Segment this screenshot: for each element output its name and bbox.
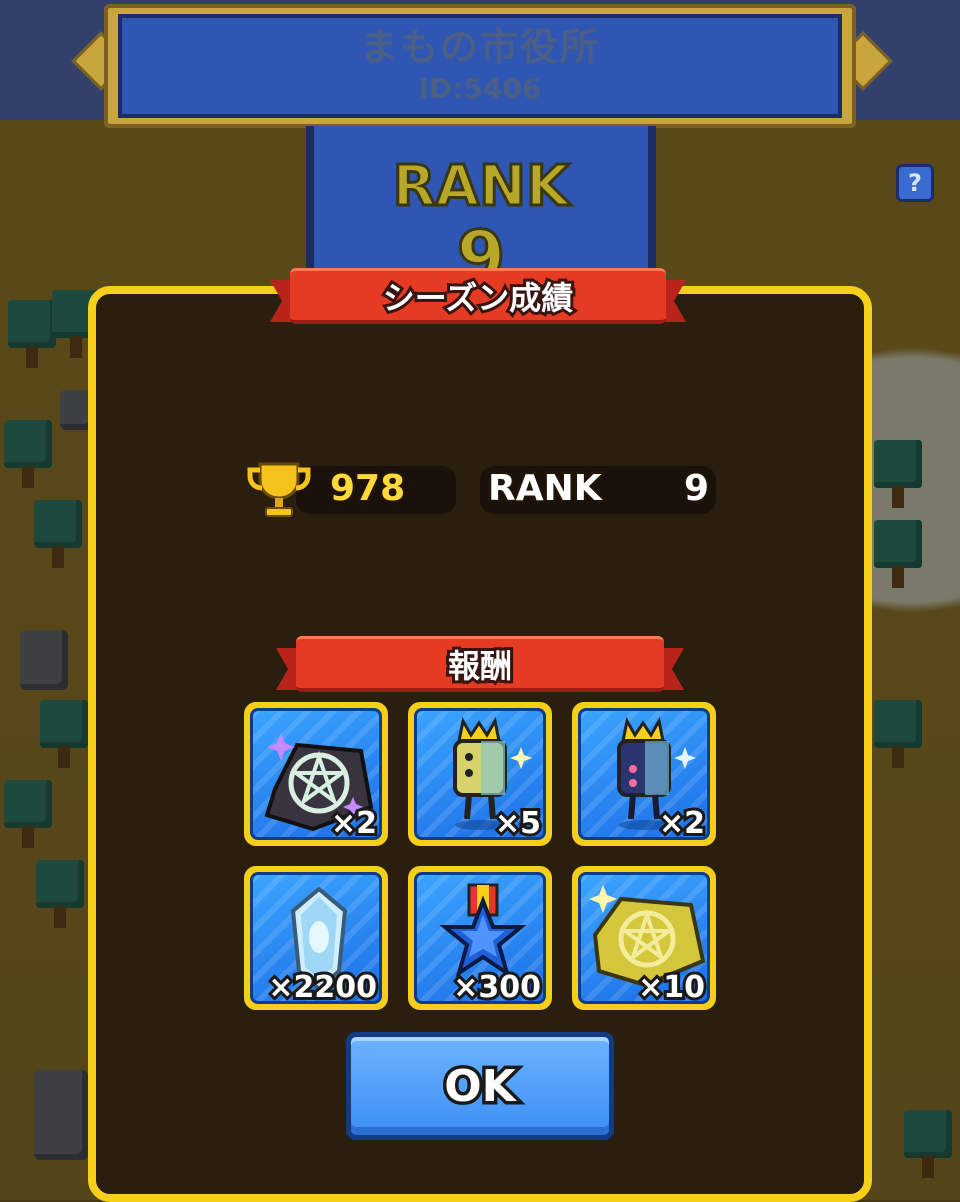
reward-item-6[interactable]: ×10	[572, 866, 716, 1010]
tree	[30, 500, 86, 570]
tree	[32, 860, 88, 930]
tree	[870, 700, 926, 770]
header-plate: まもの市役所 ID:5406	[118, 14, 842, 118]
tree	[0, 420, 56, 490]
stone-statue	[34, 1070, 88, 1160]
reward-item-3[interactable]: ×2	[572, 702, 716, 846]
town-name: まもの市役所	[359, 24, 600, 69]
reward-qty: ×10	[635, 967, 707, 1004]
rock	[20, 630, 68, 690]
help-button[interactable]: ?	[896, 164, 934, 202]
season-results-ribbon: シーズン成績	[270, 266, 686, 326]
rank-value: 9	[681, 466, 711, 512]
tree	[900, 1110, 956, 1180]
reward-item-1[interactable]: ×2	[244, 702, 388, 846]
rewards-ribbon: 報酬	[276, 634, 684, 694]
reward-item-5[interactable]: ×300	[408, 866, 552, 1010]
trophy-icon	[247, 462, 311, 517]
tree	[36, 700, 92, 770]
player-id: ID:5406	[418, 72, 542, 106]
tree	[0, 780, 56, 850]
reward-qty: ×5	[492, 803, 543, 840]
reward-qty: ×300	[450, 967, 543, 1004]
rewards-title: 報酬	[445, 644, 515, 688]
rank-label: RANK	[486, 466, 605, 512]
rank-banner-label: RANK	[391, 153, 571, 221]
reward-qty: ×2	[656, 803, 707, 840]
season-score: 978	[327, 466, 407, 512]
tree	[870, 520, 926, 590]
reward-item-2[interactable]: ×5	[408, 702, 552, 846]
reward-qty: ×2200	[265, 967, 379, 1004]
reward-qty: ×2	[328, 803, 379, 840]
tree	[870, 440, 926, 510]
reward-item-4[interactable]: ×2200	[244, 866, 388, 1010]
ok-label: OK	[441, 1057, 519, 1115]
town-header: まもの市役所 ID:5406	[0, 0, 960, 130]
dialog-title: シーズン成績	[380, 276, 576, 320]
ok-button[interactable]: OK	[346, 1032, 614, 1140]
